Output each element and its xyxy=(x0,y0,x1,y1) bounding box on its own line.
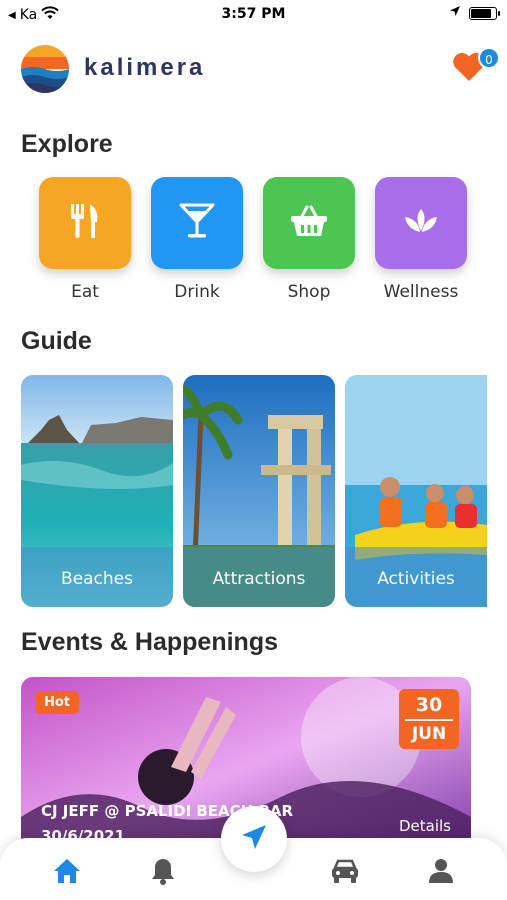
navigation-arrow-icon xyxy=(240,823,268,855)
explore-eat-tile[interactable] xyxy=(39,177,131,269)
home-icon[interactable] xyxy=(52,856,82,886)
battery-icon xyxy=(469,6,500,20)
user-icon[interactable] xyxy=(426,856,456,886)
basket-icon xyxy=(289,204,329,242)
logo-sunset-icon xyxy=(21,45,69,93)
explore-shop-label: Shop xyxy=(287,282,331,302)
guide-beaches-card[interactable]: Beaches xyxy=(21,375,173,607)
explore-drink-label: Drink xyxy=(174,282,220,302)
explore-wellness-tile[interactable] xyxy=(375,177,467,269)
explore-shop-tile[interactable] xyxy=(263,177,355,269)
guide-heading: Guide xyxy=(21,327,92,355)
navigation-button[interactable] xyxy=(221,806,287,872)
car-icon[interactable] xyxy=(330,856,360,886)
event-day: 30 xyxy=(415,694,443,716)
event-date-badge: 30 JUN xyxy=(399,689,459,749)
cocktail-icon xyxy=(179,202,215,244)
location-arrow-icon xyxy=(449,5,461,21)
bell-icon[interactable] xyxy=(148,856,178,886)
lotus-icon xyxy=(402,207,440,239)
favorites-count-badge: 0 xyxy=(478,47,500,69)
events-heading: Events & Happenings xyxy=(21,628,278,656)
status-right xyxy=(449,5,500,21)
hot-badge: Hot xyxy=(35,691,80,714)
attractions-label: Attractions xyxy=(212,569,306,589)
guide-attractions-card[interactable]: Attractions xyxy=(183,375,335,607)
event-date-divider xyxy=(405,719,453,721)
explore-drink-tile[interactable] xyxy=(151,177,243,269)
explore-heading: Explore xyxy=(21,130,113,158)
event-details-link[interactable]: Details xyxy=(399,817,451,835)
status-bar: ◀ Ka 3:57 PM xyxy=(0,0,507,30)
activities-label: Activities xyxy=(377,569,455,589)
status-time: 3:57 PM xyxy=(221,6,286,22)
app-name: kalimera xyxy=(84,54,206,81)
event-month: JUN xyxy=(411,724,447,744)
app-header: kalimera xyxy=(0,40,507,100)
explore-eat-label: Eat xyxy=(71,282,99,302)
beaches-label: Beaches xyxy=(61,569,133,589)
guide-activities-card[interactable]: Activities xyxy=(345,375,487,607)
explore-wellness-label: Wellness xyxy=(383,282,459,302)
cutlery-icon xyxy=(68,202,102,244)
